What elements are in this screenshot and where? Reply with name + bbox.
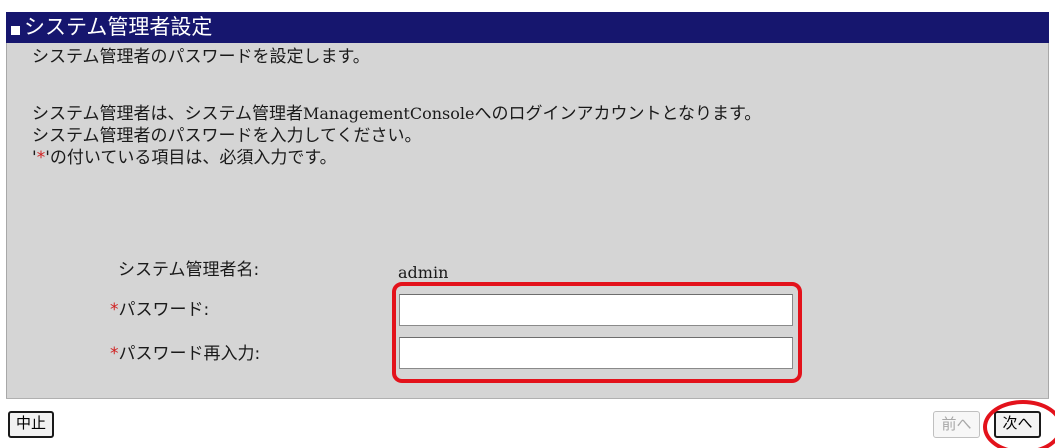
intro-text: システム管理者のパスワードを設定します。 [32,47,370,67]
page-title: システム管理者設定 [24,15,213,39]
description-block: システム管理者は、システム管理者ManagementConsoleへのログインア… [32,103,761,169]
password-confirm-field[interactable] [399,337,793,369]
page-title-bar: システム管理者設定 [6,12,1049,43]
password-label: *パスワード: [110,300,210,320]
admin-name-label: システム管理者名: [118,260,260,280]
description-line-1: システム管理者は、システム管理者ManagementConsoleへのログインア… [32,104,762,124]
prev-button[interactable]: 前へ [933,411,980,438]
cancel-button[interactable]: 中止 [8,411,54,438]
required-mark: * [110,300,119,320]
required-mark: * [36,148,46,168]
password-confirm-label: *パスワード再入力: [110,344,261,364]
square-bullet-icon [11,26,20,35]
admin-name-value: admin [398,263,449,282]
password-field[interactable] [399,294,793,326]
next-button[interactable]: 次へ [994,411,1041,438]
description-line-2: システム管理者のパスワードを入力してください。 [32,126,422,146]
required-mark: * [110,344,119,364]
description-line-3: '*'の付いている項目は、必須入力です。 [32,148,337,168]
footer-divider [6,398,1049,399]
product-name: ManagementConsole [302,104,475,123]
